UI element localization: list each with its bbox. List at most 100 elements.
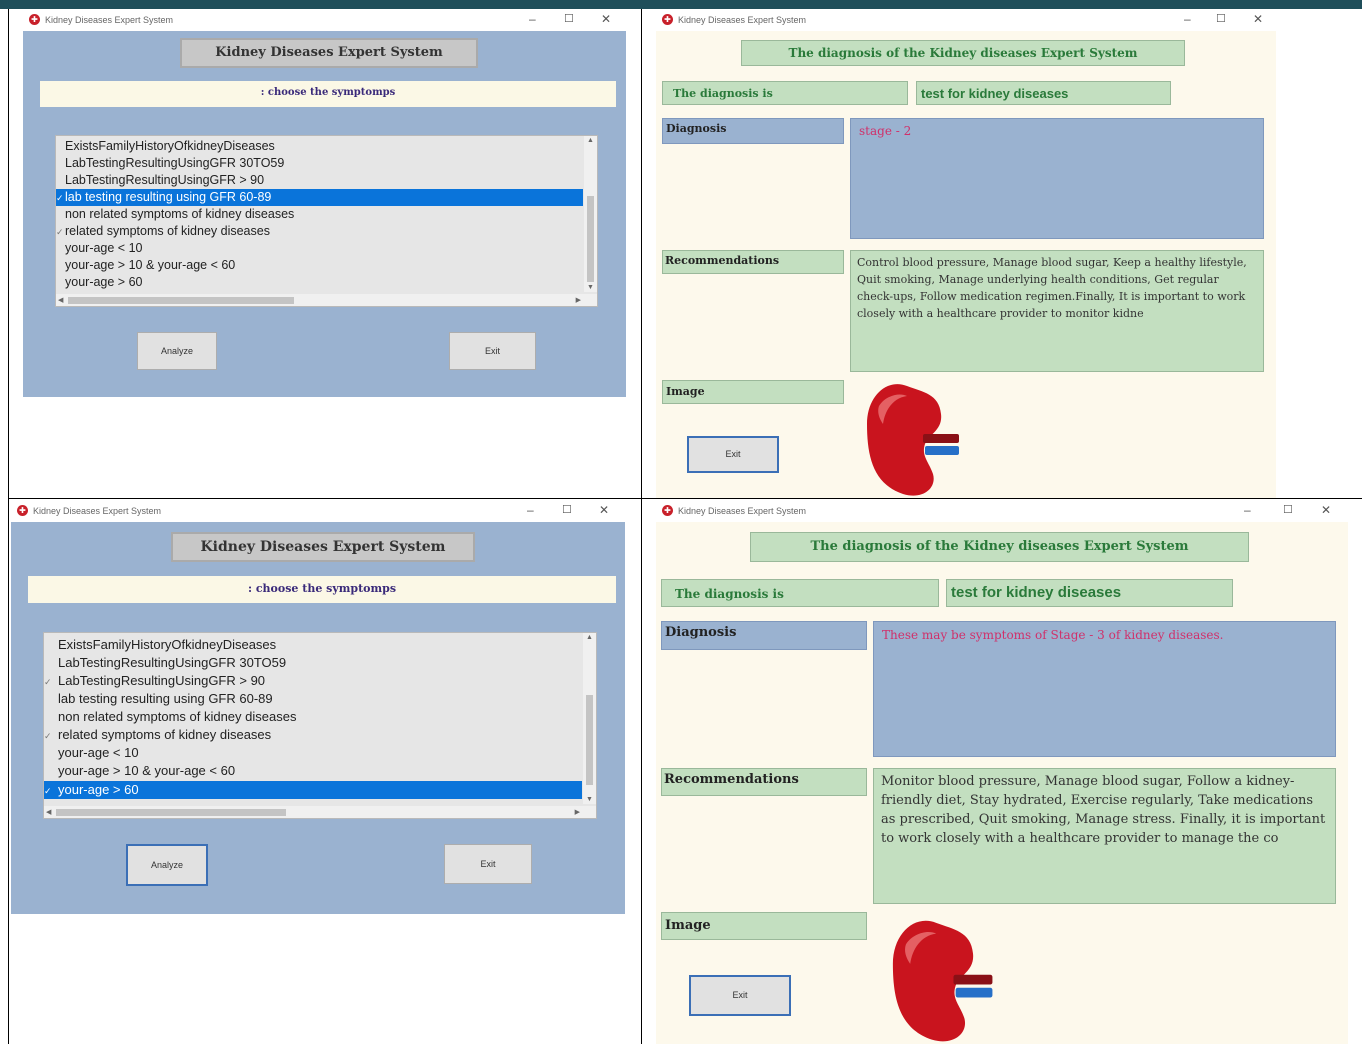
- scroll-left-icon[interactable]: ◀: [58, 296, 63, 304]
- scrollbar-thumb[interactable]: [68, 297, 294, 304]
- list-item-label: your-age > 10 & your-age < 60: [58, 763, 236, 778]
- minimize-icon[interactable]: –: [527, 503, 534, 517]
- scroll-right-icon[interactable]: ▶: [576, 296, 581, 304]
- window-title: Kidney Diseases Expert System: [33, 506, 162, 516]
- checkbox[interactable]: ✓: [56, 190, 65, 207]
- analyze-button[interactable]: Analyze: [126, 844, 208, 886]
- list-item[interactable]: LabTestingResultingUsingGFR 30TO59: [56, 155, 583, 172]
- maximize-icon[interactable]: ☐: [562, 503, 572, 516]
- list-item-selected[interactable]: ✓ your-age > 60: [44, 781, 582, 799]
- image-label: Image: [662, 380, 844, 404]
- close-icon[interactable]: ✕: [599, 503, 609, 517]
- list-item[interactable]: ExistsFamilyHistoryOfkidneyDiseases: [44, 636, 582, 654]
- list-item-label: your-age > 10 & your-age < 60: [65, 258, 236, 272]
- list-item[interactable]: lab testing resulting using GFR 60-89: [44, 690, 582, 708]
- kidney-vessel-artery: [925, 446, 959, 455]
- maximize-icon[interactable]: ☐: [1216, 12, 1226, 25]
- scrollbar-thumb[interactable]: [587, 196, 594, 282]
- list-item[interactable]: your-age > 10 & your-age < 60: [44, 762, 582, 780]
- form-panel: Kidney Diseases Expert System : choose t…: [23, 31, 626, 397]
- minimize-icon[interactable]: –: [1184, 12, 1191, 26]
- scroll-up-icon[interactable]: ▲: [587, 137, 594, 144]
- recommendations-label: Recommendations: [662, 250, 844, 274]
- vertical-scrollbar[interactable]: ▲ ▼: [584, 136, 597, 292]
- kidney-vessel-vein: [953, 974, 993, 985]
- list-item[interactable]: non related symptoms of kidney diseases: [44, 708, 582, 726]
- list-item-label: LabTestingResultingUsingGFR 30TO59: [65, 156, 285, 170]
- checkbox[interactable]: ✓: [44, 727, 58, 745]
- list-item[interactable]: your-age < 10: [44, 744, 582, 762]
- list-item-label: related symptoms of kidney diseases: [65, 224, 270, 238]
- window-title: Kidney Diseases Expert System: [678, 15, 807, 25]
- list-item-label: related symptoms of kidney diseases: [58, 727, 272, 742]
- scrollbar-thumb[interactable]: [56, 809, 286, 816]
- close-icon[interactable]: ✕: [1321, 503, 1331, 517]
- list-item-label: your-age < 10: [65, 241, 143, 255]
- window-title: Kidney Diseases Expert System: [678, 506, 807, 516]
- list-item-label: LabTestingResultingUsingGFR > 90: [58, 673, 266, 688]
- list-item[interactable]: ✓ LabTestingResultingUsingGFR > 90: [44, 672, 582, 690]
- recommendations-text: Monitor blood pressure, Manage blood sug…: [873, 768, 1336, 904]
- diagnosis-is-value: test for kidney diseases: [916, 81, 1171, 105]
- list-item-label: LabTestingResultingUsingGFR 30TO59: [58, 655, 287, 670]
- diagnosis-is-label: The diagnosis is: [661, 579, 939, 607]
- scroll-left-icon[interactable]: ◀: [46, 808, 51, 816]
- diagnosis-window-1: ✚ Kidney Diseases Expert System – ☐ ✕ Th…: [656, 9, 1276, 498]
- list-item[interactable]: non related symptoms of kidney diseases: [56, 206, 583, 223]
- exit-button[interactable]: Exit: [449, 332, 536, 370]
- list-item-label: your-age < 10: [58, 745, 139, 760]
- checkbox[interactable]: ✓: [44, 673, 58, 691]
- list-item[interactable]: your-age > 10 & your-age < 60: [56, 257, 583, 274]
- symptoms-listbox: ExistsFamilyHistoryOfkidneyDiseases LabT…: [55, 135, 598, 307]
- list-item-label: ExistsFamilyHistoryOfkidneyDiseases: [65, 139, 275, 153]
- list-item[interactable]: ✓related symptoms of kidney diseases: [44, 726, 582, 744]
- scroll-down-icon[interactable]: ▼: [587, 284, 594, 291]
- horizontal-scrollbar[interactable]: ◀ ▶: [44, 806, 596, 818]
- close-icon[interactable]: ✕: [601, 12, 611, 26]
- result-panel: The diagnosis of the Kidney diseases Exp…: [656, 522, 1348, 1044]
- list-item-label: lab testing resulting using GFR 60-89: [65, 190, 272, 204]
- minimize-icon[interactable]: –: [529, 12, 536, 26]
- app-icon: ✚: [17, 505, 28, 516]
- maximize-icon[interactable]: ☐: [564, 12, 574, 25]
- list-item-selected[interactable]: ✓lab testing resulting using GFR 60-89: [56, 189, 583, 206]
- recommendations-text: Control blood pressure, Manage blood sug…: [850, 250, 1264, 372]
- symptoms-window-2: ✚ Kidney Diseases Expert System – ☐ ✕ Ki…: [11, 500, 625, 914]
- maximize-icon[interactable]: ☐: [1283, 503, 1293, 516]
- exit-button[interactable]: Exit: [444, 844, 532, 884]
- symptoms-window-1: ✚ Kidney Diseases Expert System – ☐ ✕ Ki…: [23, 9, 626, 397]
- window-title: Kidney Diseases Expert System: [45, 15, 174, 25]
- scroll-up-icon[interactable]: ▲: [586, 634, 593, 641]
- top-accent-bar: [0, 0, 1362, 9]
- scroll-right-icon[interactable]: ▶: [575, 808, 580, 816]
- list-item[interactable]: ✓related symptoms of kidney diseases: [56, 223, 583, 240]
- horizontal-scrollbar[interactable]: ◀ ▶: [56, 294, 597, 306]
- list-item[interactable]: LabTestingResultingUsingGFR 30TO59: [44, 654, 582, 672]
- title-bar: ✚ Kidney Diseases Expert System – ☐ ✕: [656, 9, 1276, 31]
- recommendations-label: Recommendations: [661, 768, 867, 796]
- vertical-scrollbar[interactable]: ▲ ▼: [583, 633, 596, 804]
- list-item[interactable]: your-age > 60: [56, 274, 583, 291]
- checkbox[interactable]: ✓: [44, 782, 58, 800]
- list-item-label: non related symptoms of kidney diseases: [65, 207, 295, 221]
- scrollbar-thumb[interactable]: [586, 695, 593, 785]
- list-item-label: lab testing resulting using GFR 60-89: [58, 691, 273, 706]
- result-header: The diagnosis of the Kidney diseases Exp…: [750, 532, 1249, 562]
- exit-button[interactable]: Exit: [687, 436, 779, 473]
- diagnosis-is-label: The diagnosis is: [662, 81, 908, 105]
- list-item[interactable]: ExistsFamilyHistoryOfkidneyDiseases: [56, 138, 583, 155]
- scroll-down-icon[interactable]: ▼: [586, 796, 593, 803]
- grid-divider-left: [8, 9, 9, 1044]
- kidney-vessel-vein: [923, 434, 959, 443]
- title-bar: ✚ Kidney Diseases Expert System – ☐ ✕: [11, 500, 625, 522]
- minimize-icon[interactable]: –: [1244, 503, 1251, 517]
- close-icon[interactable]: ✕: [1253, 12, 1263, 26]
- list-item[interactable]: LabTestingResultingUsingGFR > 90: [56, 172, 583, 189]
- app-icon: ✚: [662, 14, 673, 25]
- title-bar: ✚ Kidney Diseases Expert System – ☐ ✕: [656, 500, 1348, 522]
- exit-button[interactable]: Exit: [689, 975, 791, 1016]
- list-item[interactable]: your-age < 10: [56, 240, 583, 257]
- analyze-button[interactable]: Analyze: [137, 332, 217, 370]
- checkbox[interactable]: ✓: [56, 224, 65, 241]
- app-header: Kidney Diseases Expert System: [180, 38, 478, 68]
